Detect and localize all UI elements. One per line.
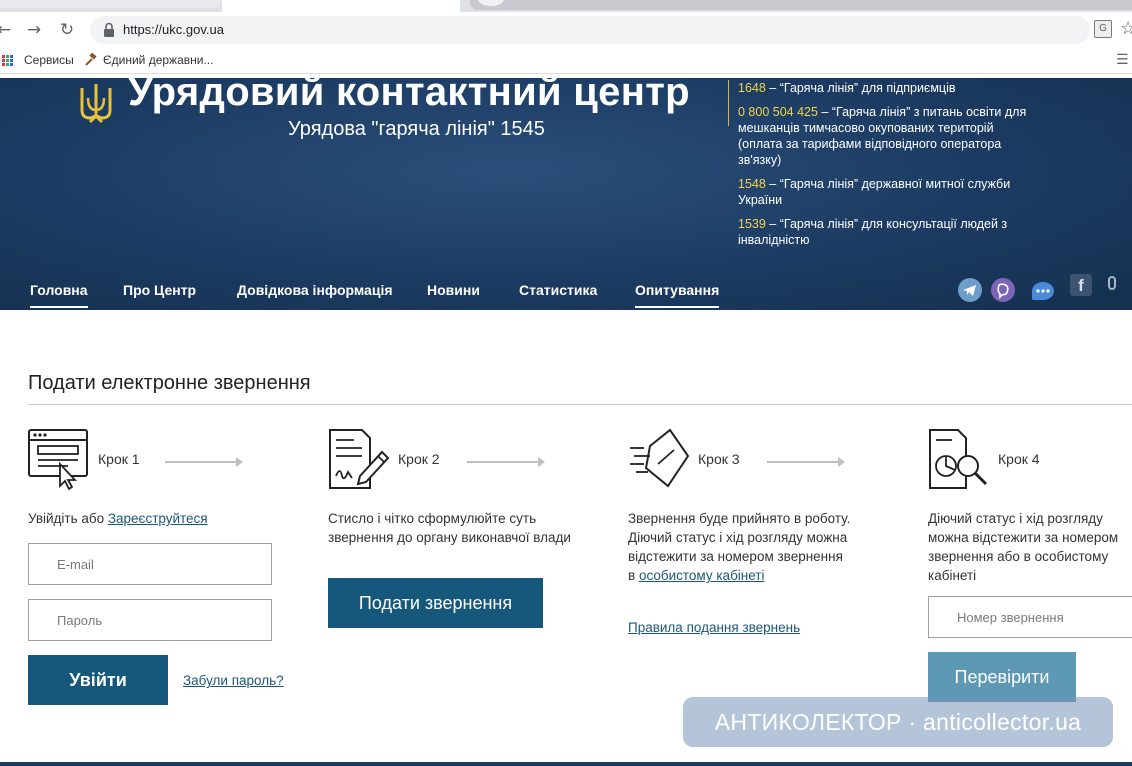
trident-logo-icon [80,84,112,124]
forward-icon[interactable]: → [24,20,44,40]
appeal-number-field[interactable]: Номер звернення [928,596,1132,638]
apps-grid-icon [2,54,13,66]
login-button[interactable]: Увійти [28,655,168,705]
bookmarks-bar: Сервисы Єдиний державни... ☰ [0,48,1132,74]
back-icon[interactable]: ← [0,20,14,40]
hotline-number[interactable]: 1539 [738,217,766,231]
reload-icon[interactable]: ↻ [57,20,77,40]
hotline-item: 1539 – “Гаряча лінія” для консультації л… [738,216,1028,248]
footer-bar [0,762,1132,766]
more-social-icon[interactable] [1108,276,1116,290]
password-field[interactable]: Пароль [28,599,272,641]
hotlines-list: 1648 – “Гаряча лінія” для підприємців 0 … [738,80,1028,256]
section-divider [28,404,1132,405]
nav-item-about[interactable]: Про Центр [123,282,196,306]
login-prompt: Увійдіть або [28,511,108,526]
nav-item-reference[interactable]: Довідкова інформація [237,282,393,306]
rules-link[interactable]: Правила подання звернень [628,618,800,637]
hotline-text: – “Гаряча лінія” державної митної служби… [738,177,1011,207]
forgot-password-label[interactable]: Забули пароль? [183,673,284,688]
sending-document-icon [630,428,690,488]
tab-strip [0,0,1132,12]
step-4-header: Крок 4 [928,428,1040,490]
browser-window-icon [28,429,88,490]
document-pen-icon [329,429,390,489]
personal-cabinet-link[interactable]: особистому кабінеті [639,568,765,583]
submit-appeal-button[interactable]: Подати звернення [328,578,543,628]
nav-item-news[interactable]: Новини [427,282,480,306]
step-4-text: Діючий статус і хід розгляду можна відст… [928,511,1119,583]
tab-inactive[interactable] [0,0,220,8]
main-nav: Головна Про Центр Довідкова інформація Н… [0,274,1132,310]
step-3-text: Звернення буде прийнято в роботу. Діючий… [628,509,853,585]
rules-link-label[interactable]: Правила подання звернень [628,620,800,635]
step-label: Крок 4 [998,451,1040,467]
nav-item-home[interactable]: Головна [30,282,88,308]
translate-icon[interactable]: G [1094,20,1112,38]
step-arrow [467,457,545,467]
gavel-icon [85,53,97,66]
register-link[interactable]: Зареєструйтеся [108,511,208,526]
email-field[interactable]: E-mail [28,543,272,585]
facebook-icon[interactable]: f [1070,274,1092,296]
bookmark-label: Сервисы [24,53,74,67]
reading-list-icon[interactable]: ☰ [1116,52,1129,68]
step-1-header: Крок 1 [28,428,140,490]
tab-inactive-right[interactable] [470,0,1132,10]
step-3-header: Крок 3 [628,428,740,490]
section-title: Подати електронне звернення [28,372,311,394]
site-subtitle: Урядова "гаряча лінія" 1545 [288,118,545,140]
bookmark-star-icon[interactable]: ☆ [1120,18,1132,39]
url-text: https://ukc.gov.ua [123,22,224,37]
hotline-item: 0 800 504 425 – “Гаряча лінія” з питань … [738,104,1028,168]
step-label: Крок 1 [98,451,140,467]
bookmark-services[interactable]: Сервисы [2,53,74,67]
telegram-icon[interactable] [958,278,982,302]
watermark: АНТИКОЛЕКТОР · anticollector.ua [683,697,1113,747]
step-2-text: Стисло і чітко сформулюйте суть зверненн… [328,511,571,545]
forgot-password-link[interactable]: Забули пароль? [183,671,284,690]
check-button[interactable]: Перевірити [928,652,1076,702]
step-2-header: Крок 2 [328,428,440,490]
hotline-text: – “Гаряча лінія” для консультації людей … [738,217,1008,247]
site-header: Урядовий контактний центр Урядова "гаряч… [0,78,1132,310]
nav-item-survey[interactable]: Опитування [635,282,720,308]
step-arrow [165,457,243,467]
step-arrow [767,457,845,467]
hotline-number[interactable]: 1548 [738,177,766,191]
browser-toolbar: ← → ↻ https://ukc.gov.ua G ☆ [0,12,1132,48]
step-1-text: Увійдіть або Зареєструйтеся [28,509,208,528]
lock-icon [104,22,114,37]
address-bar[interactable]: https://ukc.gov.ua [90,16,1090,44]
header-divider [728,80,729,126]
hotline-text: – “Гаряча лінія” для підприємців [765,81,956,95]
hotline-item: 1648 – “Гаряча лінія” для підприємців [738,80,1028,96]
bookmark-registry[interactable]: Єдиний державни... [84,53,213,67]
hotline-number[interactable]: 1648 [738,81,766,95]
hotline-number[interactable]: 0 800 504 425 [738,105,818,119]
site-title: Урядовий контактний центр [128,78,690,114]
step-label: Крок 3 [698,451,740,467]
step-label: Крок 2 [398,451,440,467]
hotline-item: 1548 – “Гаряча лінія” державної митної с… [738,176,1028,208]
viber-icon[interactable] [991,278,1015,302]
bookmark-label: Єдиний державни... [103,53,214,67]
document-search-icon [929,429,988,489]
tab-active[interactable] [222,0,460,12]
nav-item-statistics[interactable]: Статистика [519,282,597,306]
chat-icon[interactable] [1032,282,1054,300]
